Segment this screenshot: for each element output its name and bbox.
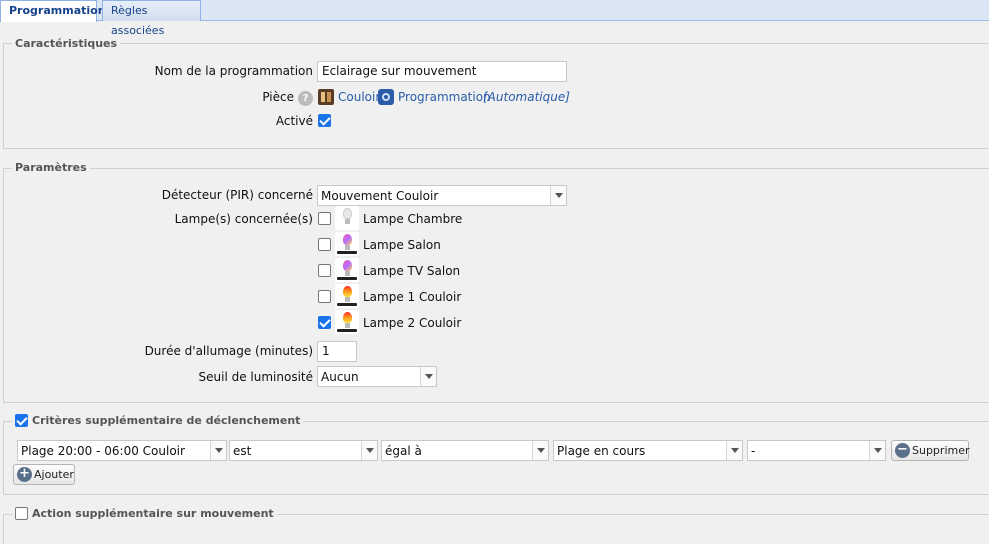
lampes-label: Lampe(s) concernée(s) [174,212,313,226]
criteres-checkbox[interactable] [15,414,28,427]
ajouter-button[interactable]: + Ajouter [13,464,75,485]
parametres-legend: Paramètres [12,161,90,174]
piece-label: Pièce [262,90,294,104]
critere-value-select[interactable]: Plage en cours [553,440,743,461]
tab-programmation[interactable]: Programmation [0,0,106,22]
critere-extra-select[interactable]: - [747,440,886,461]
supprimer-label: Supprimer [912,444,970,457]
critere-value-value: Plage en cours [557,444,646,458]
criteres-legend: Critères supplémentaire de déclenchement [12,414,304,427]
active-checkbox[interactable] [318,114,331,127]
critere-field-select[interactable]: Plage 20:00 - 06:00 Couloir [17,440,227,461]
criteres-legend-text: Critères supplémentaire de déclenchement [32,414,301,427]
seuil-select[interactable]: Aucun [317,366,437,387]
minus-circle-icon: − [895,443,910,458]
chevron-down-icon[interactable] [532,441,548,460]
lamp-name: Lampe 2 Couloir [363,316,462,330]
warm-bulb-icon [335,284,359,308]
tab-regles-label: Règles associées [111,4,165,37]
critere-extra-value: - [751,444,756,458]
piece-room-link[interactable]: Couloir [338,90,380,104]
color-bulb-icon [335,232,359,256]
ajouter-label: Ajouter [34,468,74,481]
lamp-chambre-checkbox[interactable] [318,212,331,225]
nom-value: Eclairage sur mouvement [322,64,477,78]
lamp-name: Lampe Chambre [363,212,463,226]
action-legend-text: Action supplémentaire sur mouvement [32,507,274,520]
chevron-down-icon[interactable] [210,441,226,460]
chevron-down-icon[interactable] [361,441,377,460]
lamp-name: Lampe 1 Couloir [363,290,462,304]
duree-value: 1 [322,344,330,358]
lamp-name: Lampe Salon [363,238,441,252]
critere-field-value: Plage 20:00 - 06:00 Couloir [21,444,185,458]
caracteristiques-legend: Caractéristiques [12,37,121,50]
tab-programmation-label: Programmation [9,4,106,17]
detecteur-label: Détecteur (PIR) concerné [161,188,313,202]
lamp-name: Lampe TV Salon [363,264,461,278]
white-bulb-icon [335,206,359,230]
critere-operator-value: égal à [385,444,422,458]
critere-verb-select[interactable]: est [229,440,378,461]
chevron-down-icon[interactable] [420,367,436,386]
seuil-label: Seuil de luminosité [198,370,314,384]
color-bulb-icon [335,258,359,282]
piece-programmation-link[interactable]: Programmation [398,90,491,104]
action-checkbox[interactable] [15,507,28,520]
gear-icon [378,89,394,105]
room-icon [318,89,334,105]
lamp-2-couloir-checkbox[interactable] [318,316,331,329]
duree-input[interactable]: 1 [317,341,357,362]
active-label: Activé [275,114,313,128]
plus-circle-icon: + [17,467,32,482]
warm-bulb-icon [335,310,359,334]
tab-bar: Programmation Règles associées [0,0,989,37]
nom-input[interactable]: Eclairage sur mouvement [317,61,567,82]
tab-regles-associees[interactable]: Règles associées [102,0,201,37]
detecteur-select[interactable]: Mouvement Couloir [317,185,567,206]
lamp-salon-checkbox[interactable] [318,238,331,251]
critere-verb-value: est [233,444,252,458]
chevron-down-icon[interactable] [550,186,566,205]
lamp-tv-salon-checkbox[interactable] [318,264,331,277]
nom-label: Nom de la programmation [154,64,313,78]
critere-operator-select[interactable]: égal à [381,440,549,461]
chevron-down-icon[interactable] [726,441,742,460]
help-icon[interactable]: ? [298,91,313,106]
chevron-down-icon[interactable] [869,441,885,460]
seuil-value: Aucun [321,370,359,384]
detecteur-value: Mouvement Couloir [321,189,439,203]
supprimer-button[interactable]: − Supprimer [891,440,970,461]
action-legend: Action supplémentaire sur mouvement [12,507,277,520]
duree-label: Durée d'allumage (minutes) [144,344,313,358]
piece-mode: [Automatique] [483,90,570,104]
lamp-1-couloir-checkbox[interactable] [318,290,331,303]
